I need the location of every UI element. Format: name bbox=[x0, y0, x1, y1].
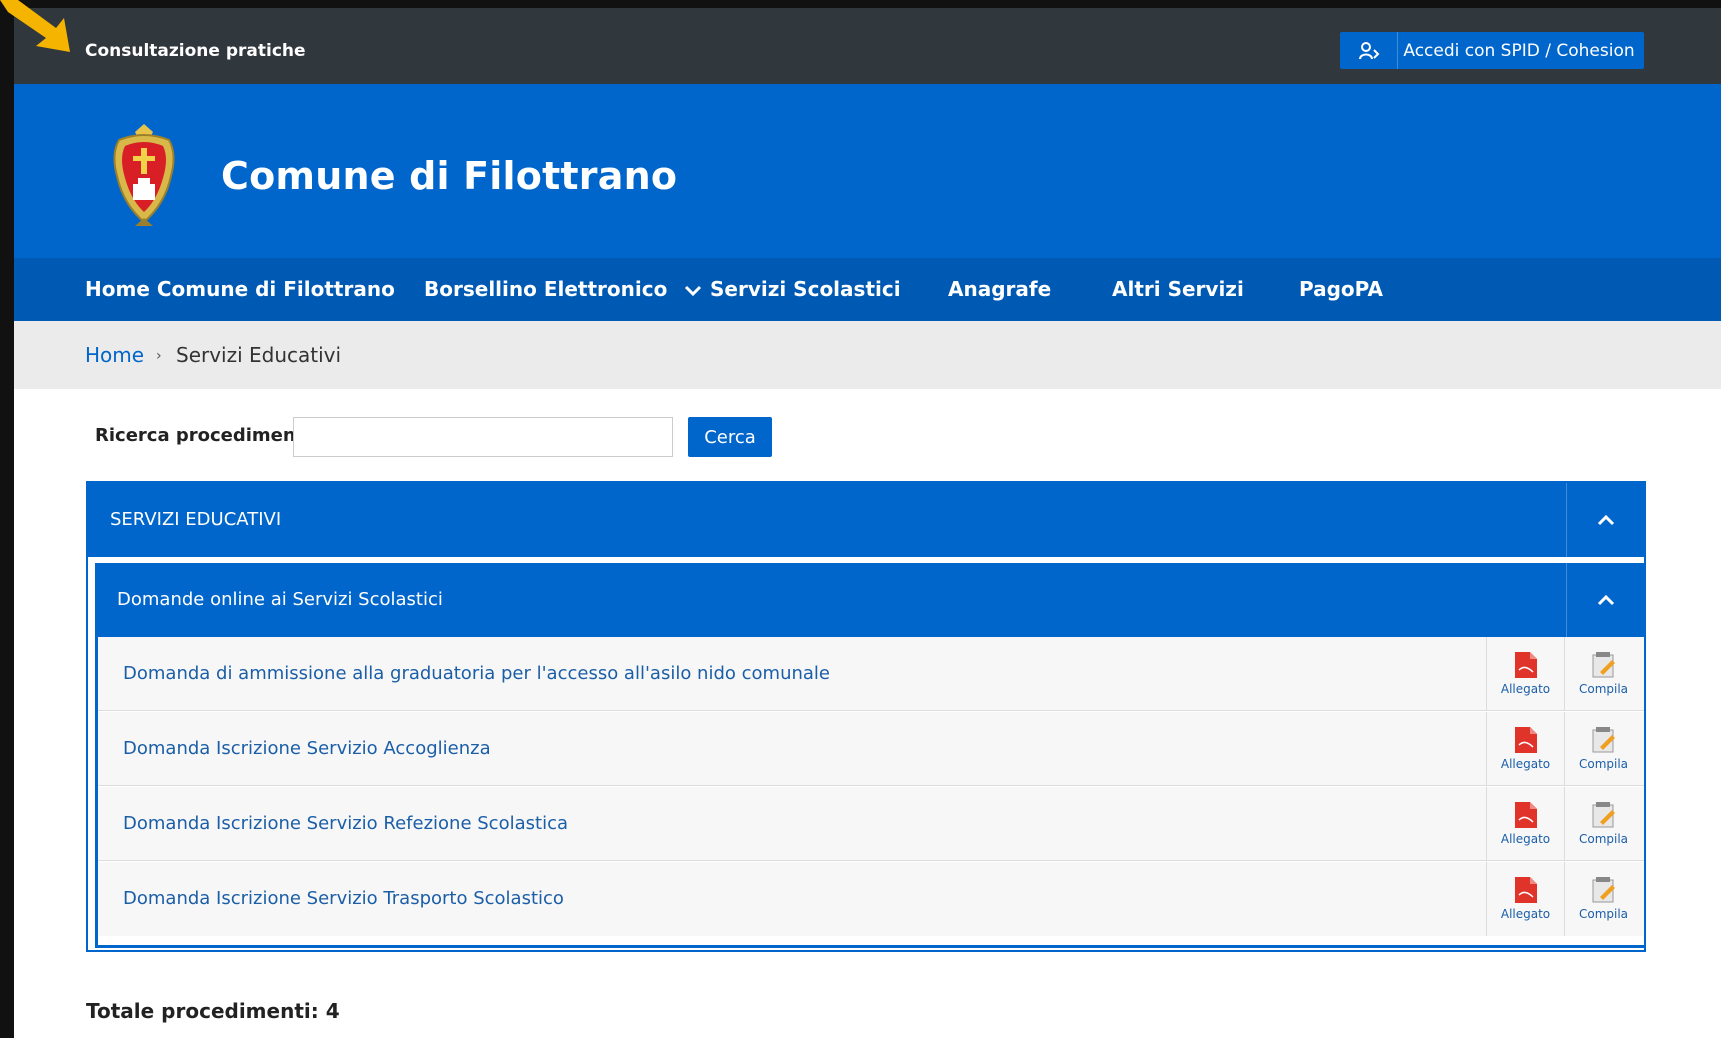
user-login-icon bbox=[1340, 32, 1398, 69]
list-item: Domanda Iscrizione Servizio Refezione Sc… bbox=[98, 787, 1644, 861]
procedure-link[interactable]: Domanda Iscrizione Servizio Trasporto Sc… bbox=[123, 862, 564, 936]
fill-label: Compila bbox=[1578, 907, 1629, 921]
procedure-link[interactable]: Domanda Iscrizione Servizio Accoglienza bbox=[123, 712, 491, 786]
attachment-label: Allegato bbox=[1500, 907, 1551, 921]
form-edit-icon bbox=[1592, 877, 1615, 903]
nav-item-borsellino[interactable]: Borsellino Elettronico bbox=[424, 258, 702, 321]
list-item: Domanda di ammissione alla graduatoria p… bbox=[98, 637, 1644, 711]
subgroup-header[interactable]: Domande online ai Servizi Scolastici bbox=[95, 563, 1644, 637]
fill-label: Compila bbox=[1578, 757, 1629, 771]
search-input[interactable] bbox=[293, 417, 673, 457]
attachment-label: Allegato bbox=[1500, 682, 1551, 696]
nav-item-borsellino-label: Borsellino Elettronico bbox=[424, 277, 668, 301]
fill-button[interactable]: Compila bbox=[1564, 787, 1642, 861]
chevron-up-icon[interactable] bbox=[1566, 483, 1644, 557]
coat-of-arms-logo bbox=[113, 124, 175, 226]
fill-button[interactable]: Compila bbox=[1564, 862, 1642, 936]
fill-button[interactable]: Compila bbox=[1564, 712, 1642, 786]
spid-login-label: Accedi con SPID / Cohesion bbox=[1403, 40, 1635, 61]
pdf-icon bbox=[1514, 802, 1537, 828]
fill-label: Compila bbox=[1578, 682, 1629, 696]
site-title: Comune di Filottrano bbox=[221, 154, 678, 198]
attachment-button[interactable]: Allegato bbox=[1486, 637, 1564, 711]
nav-item-altri-servizi[interactable]: Altri Servizi bbox=[1112, 258, 1244, 321]
total-procedures: Totale procedimenti: 4 bbox=[86, 999, 340, 1023]
search-button[interactable]: Cerca bbox=[688, 417, 772, 457]
attachment-button[interactable]: Allegato bbox=[1486, 787, 1564, 861]
pdf-icon bbox=[1514, 877, 1537, 903]
accordion-title: SERVIZI EDUCATIVI bbox=[110, 509, 282, 530]
attachment-label: Allegato bbox=[1500, 757, 1551, 771]
breadcrumb-separator: › bbox=[156, 348, 162, 364]
main-navbar: Home Comune di Filottrano Borsellino Ele… bbox=[14, 258, 1721, 321]
attachment-button[interactable]: Allegato bbox=[1486, 862, 1564, 936]
chevron-down-icon bbox=[685, 285, 702, 296]
accordion-header[interactable]: SERVIZI EDUCATIVI bbox=[88, 483, 1644, 557]
nav-item-servizi-scolastici[interactable]: Servizi Scolastici bbox=[710, 258, 901, 321]
spid-login-button[interactable]: Accedi con SPID / Cohesion bbox=[1340, 32, 1644, 69]
breadcrumb-home-link[interactable]: Home bbox=[85, 321, 144, 389]
search-label: Ricerca procedimenti bbox=[95, 425, 311, 446]
list-item: Domanda Iscrizione Servizio Trasporto Sc… bbox=[98, 862, 1644, 936]
site-header: Comune di Filottrano bbox=[14, 84, 1721, 258]
subgroup-title: Domande online ai Servizi Scolastici bbox=[117, 589, 443, 610]
topbar-title: Consultazione pratiche bbox=[85, 41, 306, 61]
fill-button[interactable]: Compila bbox=[1564, 637, 1642, 711]
annotation-arrow-icon bbox=[0, 0, 70, 52]
pdf-icon bbox=[1514, 727, 1537, 753]
form-edit-icon bbox=[1592, 802, 1615, 828]
nav-item-home[interactable]: Home Comune di Filottrano bbox=[85, 258, 395, 321]
attachment-label: Allegato bbox=[1500, 832, 1551, 846]
breadcrumb-current: Servizi Educativi bbox=[176, 343, 342, 367]
fill-label: Compila bbox=[1578, 832, 1629, 846]
pdf-icon bbox=[1514, 652, 1537, 678]
procedure-link[interactable]: Domanda Iscrizione Servizio Refezione Sc… bbox=[123, 787, 568, 861]
list-item: Domanda Iscrizione Servizio Accoglienza … bbox=[98, 712, 1644, 786]
form-edit-icon bbox=[1592, 652, 1615, 678]
form-edit-icon bbox=[1592, 727, 1615, 753]
breadcrumb: Home › Servizi Educativi bbox=[14, 321, 1721, 389]
nav-item-anagrafe[interactable]: Anagrafe bbox=[948, 258, 1051, 321]
nav-item-pagopa[interactable]: PagoPA bbox=[1299, 258, 1383, 321]
chevron-up-icon[interactable] bbox=[1566, 563, 1644, 637]
top-bar: Consultazione pratiche Accedi con SPID /… bbox=[14, 8, 1721, 84]
procedure-link[interactable]: Domanda di ammissione alla graduatoria p… bbox=[123, 637, 830, 711]
attachment-button[interactable]: Allegato bbox=[1486, 712, 1564, 786]
accordion-servizi-educativi: SERVIZI EDUCATIVI Domande online ai Serv… bbox=[86, 481, 1646, 952]
